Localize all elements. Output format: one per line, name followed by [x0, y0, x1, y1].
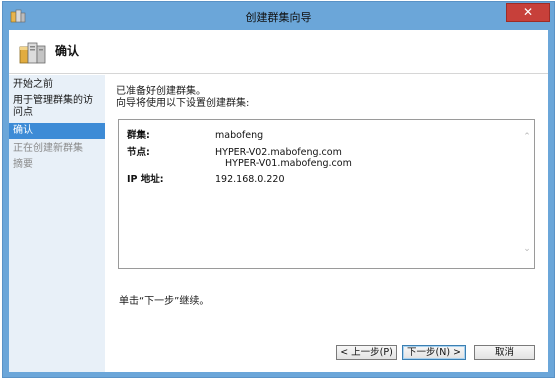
settings-summary-box[interactable]: 群集: mabofeng 节点: HYPER-V02.mabofeng.com HY…: [118, 119, 535, 269]
cluster-label: 群集:: [127, 130, 150, 141]
nav-item-summary: 摘要: [13, 159, 33, 170]
node-value-2: HYPER-V01.mabofeng.com: [225, 158, 352, 169]
node-value-1: HYPER-V02.mabofeng.com: [215, 147, 342, 158]
cluster-row: 群集: mabofeng: [127, 127, 263, 141]
nodes-row: 节点: HYPER-V02.mabofeng.com: [127, 144, 342, 158]
continue-hint: 单击“下一步”继续。: [119, 296, 210, 307]
ip-label: IP 地址:: [127, 174, 164, 185]
window-title: 创建群集向导: [245, 11, 312, 24]
nav-item-creating-cluster: 正在创建新群集: [13, 143, 83, 154]
intro-line-1: 已准备好创建群集。: [116, 86, 206, 97]
nav-item-access-point[interactable]: 用于管理群集的访问点: [9, 95, 101, 119]
summary-scrollbar[interactable]: ⌃ ⌄: [520, 120, 534, 268]
nav-item-before-you-begin[interactable]: 开始之前: [9, 79, 105, 91]
intro-text: 已准备好创建群集。 向导将使用以下设置创建群集:: [116, 86, 249, 110]
close-button[interactable]: ✕: [506, 3, 550, 22]
wizard-step-nav: 开始之前 用于管理群集的访问点 确认 正在创建新群集 摘要: [9, 75, 105, 372]
cluster-wizard-icon: [19, 42, 46, 64]
intro-line-2: 向导将使用以下设置创建群集:: [116, 98, 250, 109]
title-bar[interactable]: 创建群集向导 ✕: [3, 2, 554, 30]
scroll-up-icon[interactable]: ⌃: [522, 132, 532, 142]
nav-item-confirmation[interactable]: 确认: [9, 123, 105, 139]
back-button[interactable]: < 上一步(P): [336, 345, 397, 360]
ip-row: IP 地址: 192.168.0.220: [127, 171, 285, 185]
next-button[interactable]: 下一步(N) >: [402, 345, 466, 360]
scroll-down-icon[interactable]: ⌄: [522, 244, 532, 254]
cluster-value: mabofeng: [215, 130, 264, 141]
wizard-window: 创建群集向导 ✕ 确认 开始之前 用于管理群集的访问点 确认 正在创建新群集 摘…: [2, 1, 555, 378]
ip-value: 192.168.0.220: [215, 174, 285, 185]
page-title: 确认: [55, 44, 80, 58]
wizard-client: 确认 开始之前 用于管理群集的访问点 确认 正在创建新群集 摘要 已准备好创建群…: [9, 30, 548, 372]
cancel-button[interactable]: 取消: [474, 345, 535, 360]
nodes-label: 节点:: [127, 147, 150, 158]
page-header: 确认: [9, 30, 548, 74]
main-panel: 已准备好创建群集。 向导将使用以下设置创建群集: 群集: mabofeng 节点:…: [105, 75, 548, 372]
